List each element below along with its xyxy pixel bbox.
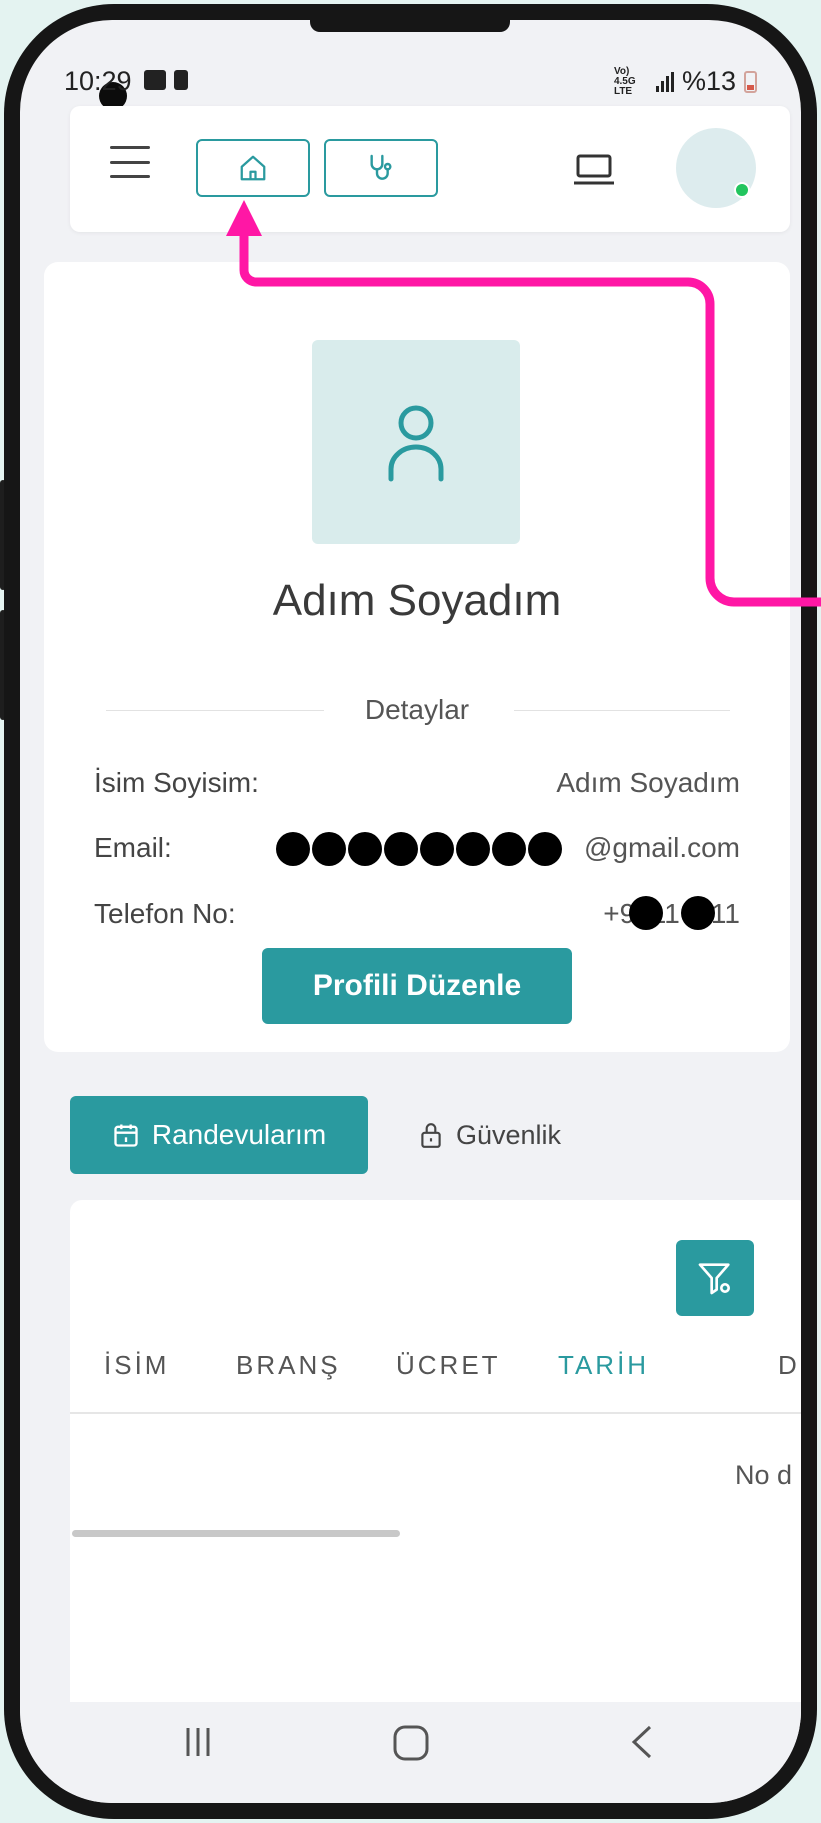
network-indicator: Vo) 4.5G LTE: [613, 65, 636, 97]
home-nav-icon[interactable]: [392, 1724, 430, 1767]
sim-icon: [174, 70, 188, 90]
user-icon: [388, 405, 444, 482]
tab-security[interactable]: Güvenlik: [418, 1096, 598, 1174]
status-right: Vo) 4.5G LTE %13: [614, 66, 757, 97]
name-label: İsim Soyisim:: [94, 767, 259, 798]
column-header-date[interactable]: TARİH: [558, 1350, 649, 1381]
phone-value: +9011 1 11: [603, 898, 740, 929]
user-avatar[interactable]: [676, 128, 756, 208]
edit-profile-button[interactable]: Profili Düzenle: [262, 948, 572, 1024]
doctors-button[interactable]: [324, 139, 438, 197]
name-value: Adım Soyadım: [556, 767, 740, 798]
email-label: Email:: [94, 832, 172, 863]
horizontal-scrollbar[interactable]: [72, 1530, 400, 1537]
phone-label: Telefon No:: [94, 898, 236, 929]
tab-security-label: Güvenlik: [456, 1119, 562, 1150]
home-button[interactable]: [196, 139, 310, 197]
battery-percent: %13: [681, 66, 736, 96]
status-time: 10:29: [64, 66, 132, 96]
speaker-notch: [310, 20, 510, 32]
battery-icon: [744, 70, 757, 93]
appointments-table: İSİM BRANŞ ÜCRET TARİH D No d: [70, 1200, 801, 1720]
screen: 10:29 Vo) 4.5G LTE %13 Adım Soyadım Deta…: [20, 20, 801, 1803]
gallery-icon: [144, 70, 166, 90]
stethoscope-icon: [370, 154, 392, 180]
online-status-dot: [734, 182, 750, 198]
back-icon[interactable]: [628, 1724, 658, 1765]
filter-button[interactable]: [676, 1240, 754, 1316]
laptop-icon[interactable]: [572, 154, 616, 191]
profile-picture: [312, 340, 520, 544]
filter-settings-icon: [698, 1263, 731, 1295]
column-header-more[interactable]: D: [778, 1350, 800, 1381]
android-nav-bar: [20, 1702, 801, 1803]
column-header-branch[interactable]: BRANŞ: [236, 1350, 341, 1381]
phone-frame: 10:29 Vo) 4.5G LTE %13 Adım Soyadım Deta…: [4, 4, 817, 1819]
status-bar: 10:29 Vo) 4.5G LTE %13: [20, 58, 801, 98]
table-header-divider: [70, 1412, 801, 1414]
details-title: Detaylar: [364, 694, 470, 725]
email-value: @gmail.com: [583, 832, 740, 863]
recent-apps-icon[interactable]: [180, 1724, 216, 1765]
tab-bar: Randevularım Güvenlik: [70, 1096, 790, 1176]
tab-appointments-label: Randevularım: [151, 1119, 327, 1150]
top-nav: [70, 106, 790, 232]
empty-table-message: No d: [735, 1460, 793, 1490]
profile-card: Adım Soyadım Detaylar İsim Soyisim: Adım…: [44, 262, 790, 1052]
tab-appointments[interactable]: Randevularım: [70, 1096, 368, 1174]
calendar-icon: [114, 1124, 138, 1147]
hamburger-icon[interactable]: [110, 146, 150, 178]
lock-icon: [421, 1123, 441, 1148]
home-icon: [240, 155, 266, 181]
signal-icon: [655, 71, 674, 92]
column-header-name[interactable]: İSİM: [104, 1350, 169, 1381]
column-header-fee[interactable]: ÜCRET: [396, 1350, 501, 1381]
profile-name: Adım Soyadım: [272, 576, 562, 625]
